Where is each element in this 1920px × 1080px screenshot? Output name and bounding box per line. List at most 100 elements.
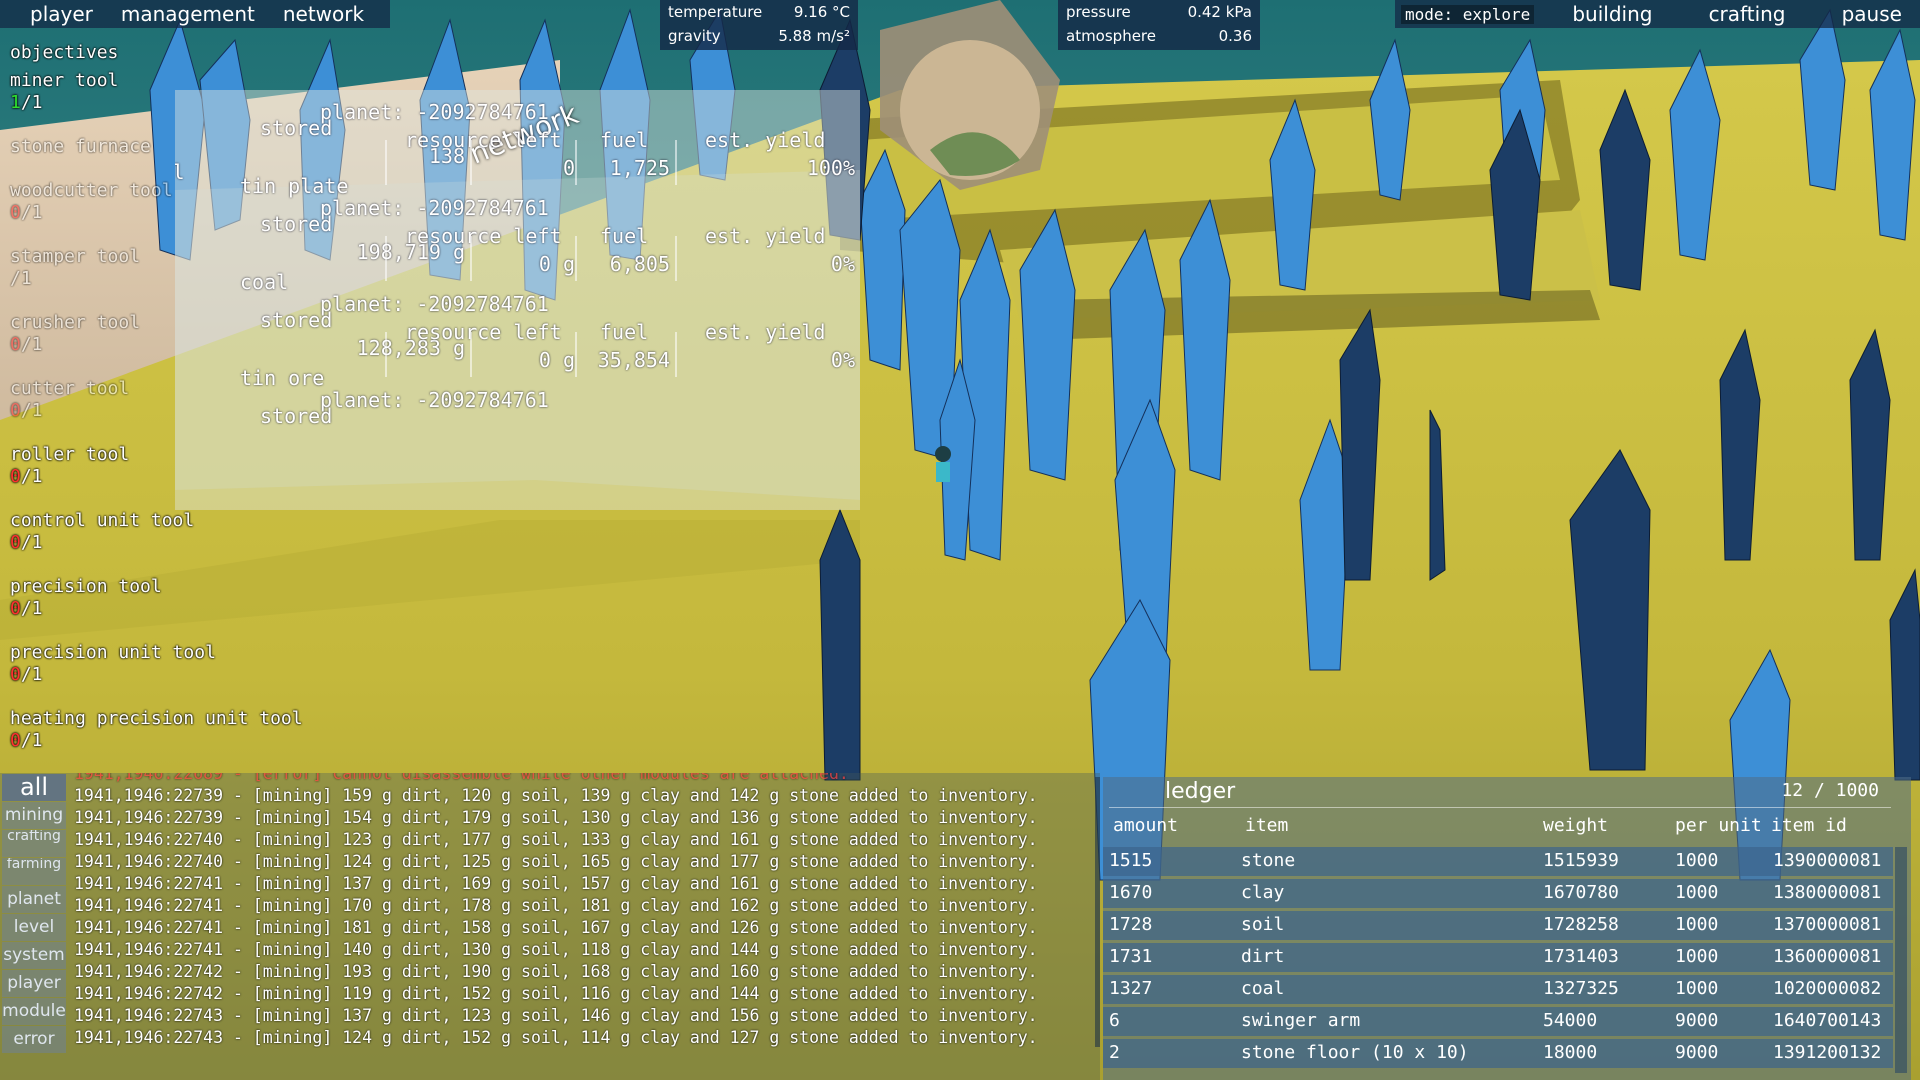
ledger-cell-weight: 1728258 bbox=[1543, 914, 1619, 935]
network-planet: planet: -2092784761 bbox=[320, 100, 549, 124]
col-item-id[interactable]: item id bbox=[1771, 815, 1847, 836]
network-resource-left-value: 0 bbox=[562, 156, 575, 180]
log-scrollbar[interactable] bbox=[1095, 777, 1100, 1047]
log-line: 1941,1946:22740 - [mining] 123 g dirt, 1… bbox=[74, 830, 1038, 849]
ledger-cell-per-unit: 1000 bbox=[1675, 882, 1719, 903]
network-header-resource-left: resource left bbox=[405, 128, 562, 152]
atmosphere-value: 0.36 bbox=[1218, 27, 1252, 45]
network-column-divider bbox=[575, 140, 577, 185]
log-tab-planet[interactable]: planet bbox=[2, 886, 66, 913]
menu-building[interactable]: building bbox=[1554, 2, 1670, 26]
objective-progress: 0/1 bbox=[10, 334, 43, 355]
log-error-line: 1941,1946:22689 - [error] cannot disasse… bbox=[74, 773, 849, 783]
menu-network[interactable]: network bbox=[269, 0, 378, 28]
log-tab-player[interactable]: player bbox=[2, 970, 66, 997]
ledger-cell-amount: 1728 bbox=[1109, 914, 1153, 935]
network-header-resource-left: resource left bbox=[405, 320, 562, 344]
network-resource-left-value: 0 g bbox=[538, 348, 575, 372]
environment-readout-left: temperature 9.16 °C gravity 5.88 m/s² bbox=[660, 0, 858, 50]
log-tab-module[interactable]: module bbox=[2, 998, 66, 1025]
menu-player[interactable]: player bbox=[0, 0, 107, 28]
network-column-divider bbox=[385, 236, 387, 281]
temperature-label: temperature bbox=[668, 3, 763, 21]
ledger-cell-item: stone bbox=[1241, 850, 1296, 871]
ledger-title: ledger bbox=[1165, 779, 1236, 804]
log-tab-farming[interactable]: farming bbox=[2, 858, 66, 885]
network-card[interactable]: planet: -2092784761 stored bbox=[175, 388, 860, 506]
ledger-cell-per-unit: 9000 bbox=[1675, 1042, 1719, 1063]
environment-readout-right: pressure 0.42 kPa atmosphere 0.36 bbox=[1058, 0, 1260, 50]
objective-item: precision tool 0/1 bbox=[10, 576, 310, 620]
ledger-cell-item-id: 1380000081 bbox=[1773, 882, 1882, 903]
col-item[interactable]: item bbox=[1245, 815, 1288, 836]
ledger-cell-weight: 1515939 bbox=[1543, 850, 1619, 871]
network-column-divider bbox=[675, 140, 677, 185]
network-column-divider bbox=[575, 236, 577, 281]
log-tab-error[interactable]: error bbox=[2, 1026, 66, 1053]
pressure-value: 0.42 kPa bbox=[1187, 3, 1252, 21]
network-column-divider bbox=[470, 236, 472, 281]
pressure-label: pressure bbox=[1066, 3, 1131, 21]
log-tab-all[interactable]: all bbox=[2, 774, 66, 801]
ledger-row[interactable]: 1670 clay 1670780 1000 1380000081 bbox=[1103, 879, 1893, 908]
objective-total: /1 bbox=[10, 268, 32, 289]
network-header-fuel: fuel bbox=[600, 320, 649, 344]
log-line: 1941,1946:22743 - [mining] 137 g dirt, 1… bbox=[74, 1006, 1038, 1025]
objective-current: 0 bbox=[10, 730, 21, 751]
objective-current: 1 bbox=[10, 92, 21, 113]
objective-total: /1 bbox=[20, 730, 43, 751]
objective-name: precision unit tool bbox=[10, 642, 216, 663]
log-line: 1941,1946:22743 - [mining] 124 g dirt, 1… bbox=[74, 1028, 1038, 1047]
objective-current: 0 bbox=[10, 400, 21, 421]
objective-progress: /1 bbox=[10, 268, 32, 289]
ledger-row[interactable]: 6 swinger arm 54000 9000 1640700143 bbox=[1103, 1007, 1893, 1036]
ledger-cell-per-unit: 1000 bbox=[1675, 946, 1719, 967]
objective-item: control unit tool 0/1 bbox=[10, 510, 310, 554]
network-header-est-yield: est. yield bbox=[705, 320, 826, 344]
ledger-row[interactable]: 2 stone floor (10 x 10) 18000 9000 139120013… bbox=[1103, 1039, 1893, 1068]
ledger-cell-item: coal bbox=[1241, 978, 1285, 999]
col-weight[interactable]: weight bbox=[1543, 815, 1608, 836]
ledger-count: 12 / 1000 bbox=[1781, 780, 1879, 801]
ledger-row[interactable]: 1731 dirt 1731403 1000 1360000081 bbox=[1103, 943, 1893, 972]
objective-current: 0 bbox=[10, 334, 21, 355]
ledger-cell-amount: 1670 bbox=[1109, 882, 1153, 903]
ledger-scrollbar[interactable] bbox=[1895, 847, 1907, 1073]
network-header-est-yield: est. yield bbox=[705, 224, 826, 248]
network-header-fuel: fuel bbox=[600, 224, 649, 248]
network-planet: planet: -2092784761 bbox=[320, 196, 549, 220]
objective-item: precision unit tool 0/1 bbox=[10, 642, 310, 686]
log-tab-level[interactable]: level bbox=[2, 914, 66, 941]
log-tab-crafting[interactable]: crafting bbox=[2, 830, 66, 857]
log-tab-system[interactable]: system bbox=[2, 942, 66, 969]
menu-management[interactable]: management bbox=[107, 0, 269, 28]
menu-crafting[interactable]: crafting bbox=[1691, 2, 1804, 26]
objective-name: heating precision unit tool bbox=[10, 708, 303, 729]
objective-progress: 0/1 bbox=[10, 730, 43, 751]
objective-progress: 0/1 bbox=[10, 598, 43, 619]
top-menu-bar: player management network bbox=[0, 0, 390, 28]
objective-total: /1 bbox=[20, 466, 43, 487]
ledger-row[interactable]: 1327 coal 1327325 1000 1020000082 bbox=[1103, 975, 1893, 1004]
ledger-cell-item-id: 1370000081 bbox=[1773, 914, 1882, 935]
ledger-row[interactable]: 1515 stone 1515939 1000 1390000081 bbox=[1103, 847, 1893, 876]
menu-pause[interactable]: pause bbox=[1824, 2, 1920, 26]
objective-total: /1 bbox=[20, 598, 43, 619]
objective-total: /1 bbox=[20, 532, 43, 553]
col-amount[interactable]: amount bbox=[1113, 815, 1178, 836]
ledger-cell-amount: 2 bbox=[1109, 1042, 1120, 1063]
network-column-divider bbox=[470, 332, 472, 377]
log-line: 1941,1946:22739 - [mining] 159 g dirt, 1… bbox=[74, 786, 1038, 805]
ledger-cell-weight: 1327325 bbox=[1543, 978, 1619, 999]
log-tab-mining[interactable]: mining bbox=[2, 802, 66, 829]
col-per-unit[interactable]: per unit bbox=[1675, 815, 1762, 836]
ledger-cell-weight: 54000 bbox=[1543, 1010, 1598, 1031]
objectives-title: objectives bbox=[10, 42, 119, 63]
network-header-resource-left: resource left bbox=[405, 224, 562, 248]
network-header-stored: stored bbox=[260, 116, 333, 140]
ledger-cell-item-id: 1020000082 bbox=[1773, 978, 1882, 999]
ledger-cell-item: dirt bbox=[1241, 946, 1285, 967]
network-type-value: storage tool bbox=[175, 160, 185, 184]
ledger-row[interactable]: 1728 soil 1728258 1000 1370000081 bbox=[1103, 911, 1893, 940]
objective-progress: 0/1 bbox=[10, 532, 43, 553]
